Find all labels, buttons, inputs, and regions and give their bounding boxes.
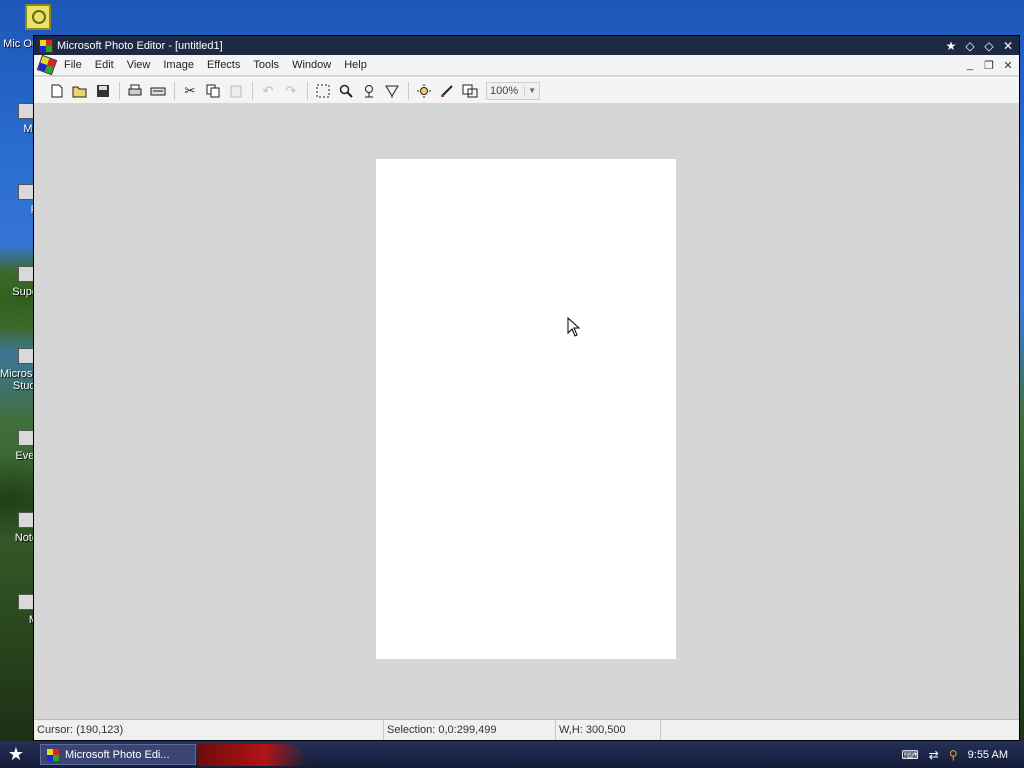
status-size: W,H: 300,500 (556, 720, 661, 740)
undo-icon[interactable]: ↶ (257, 81, 279, 101)
zoom-combobox[interactable]: 100% ▼ (486, 81, 540, 100)
toolbar-separator (408, 81, 409, 100)
shortcut-icon (18, 430, 34, 446)
photo-editor-icon (47, 748, 59, 761)
taskbar-item-label: Microsoft Photo Edi... (65, 748, 170, 761)
doc-restore-button[interactable]: ❐ (984, 59, 994, 72)
document-icon[interactable] (36, 54, 58, 76)
mouse-pointer-icon (567, 317, 581, 337)
toolbar-separator (307, 81, 308, 100)
redo-icon[interactable]: ↷ (280, 81, 302, 101)
taskbar-item-photo-editor[interactable]: Microsoft Photo Edi... (40, 744, 196, 765)
document-window-buttons: _ ❐ ✕ (965, 59, 1013, 72)
start-star-icon[interactable]: ★ (0, 741, 32, 768)
menu-help[interactable]: Help (339, 59, 375, 71)
resize-icon[interactable] (459, 81, 481, 101)
status-selection: Selection: 0,0:299,499 (384, 720, 556, 740)
maximize-window-button[interactable]: ◇ (982, 39, 996, 53)
star-icon[interactable]: ★ (944, 39, 958, 53)
copy-icon[interactable] (202, 81, 224, 101)
toolbar: ✂ ↶ ↷ 100% ▼ (34, 77, 1019, 103)
status-bar: Cursor: (190,123) Selection: 0,0:299,499… (34, 719, 1019, 740)
keyboard-icon[interactable]: ⌨ (901, 748, 918, 762)
print-icon[interactable] (124, 81, 146, 101)
desktop-shortcut-icon[interactable] (25, 4, 51, 30)
touchup-brush-icon[interactable] (436, 81, 458, 101)
scan-icon[interactable] (147, 81, 169, 101)
menu-window[interactable]: Window (287, 59, 339, 71)
system-tray: ⌨ ⇄ ⚲ 9:55 AM (901, 748, 1008, 762)
doc-minimize-button[interactable]: _ (965, 59, 975, 72)
menu-file[interactable]: File (59, 59, 90, 71)
shortcut-icon (18, 512, 34, 528)
menu-effects[interactable]: Effects (202, 59, 248, 71)
menu-view[interactable]: View (122, 59, 159, 71)
title-buttons: ★ ◇ ◇ ✕ (944, 39, 1015, 53)
shortcut-icon (18, 103, 34, 119)
close-window-button[interactable]: ✕ (1001, 39, 1015, 53)
menu-image[interactable]: Image (158, 59, 202, 71)
auto-balance-icon[interactable] (413, 81, 435, 101)
network-icon[interactable]: ⇄ (929, 748, 939, 762)
window-title: Microsoft Photo Editor - [untitled1] (57, 39, 223, 52)
menu-bar: File Edit View Image Effects Tools Windo… (34, 54, 1019, 76)
toolbar-separator (252, 81, 253, 100)
shortcut-icon (18, 594, 34, 610)
zoom-icon[interactable] (335, 81, 357, 101)
shortcut-icon (18, 348, 34, 364)
toolbar-separator (174, 81, 175, 100)
select-icon[interactable] (312, 81, 334, 101)
taskbar: ★ Microsoft Photo Edi... ⌨ ⇄ ⚲ 9:55 AM (0, 741, 1024, 768)
search-icon[interactable]: ⚲ (949, 748, 958, 762)
menu-edit[interactable]: Edit (90, 59, 122, 71)
workspace (34, 104, 1019, 718)
menu-tools[interactable]: Tools (248, 59, 287, 71)
photo-editor-icon (39, 38, 53, 53)
cut-icon[interactable]: ✂ (179, 81, 201, 101)
status-cursor: Cursor: (190,123) (34, 720, 384, 740)
new-icon[interactable] (46, 81, 68, 101)
photo-editor-window: Microsoft Photo Editor - [untitled1] ★ ◇… (33, 35, 1020, 741)
image-canvas[interactable] (376, 159, 676, 659)
eyedropper-icon[interactable] (358, 81, 380, 101)
save-icon[interactable] (92, 81, 114, 101)
clock[interactable]: 9:55 AM (968, 749, 1008, 761)
zoom-value: 100% (490, 84, 519, 97)
open-folder-icon[interactable] (69, 81, 91, 101)
taskbar-decoration (198, 743, 308, 766)
shortcut-icon (18, 184, 34, 200)
toolbar-separator (119, 81, 120, 100)
minimize-window-button[interactable]: ◇ (963, 39, 977, 53)
title-bar[interactable]: Microsoft Photo Editor - [untitled1] ★ ◇… (34, 36, 1019, 55)
shortcut-icon (18, 266, 34, 282)
paste-icon[interactable] (225, 81, 247, 101)
doc-close-button[interactable]: ✕ (1003, 59, 1013, 72)
transparency-icon[interactable] (381, 81, 403, 101)
chevron-down-icon[interactable]: ▼ (524, 86, 536, 95)
